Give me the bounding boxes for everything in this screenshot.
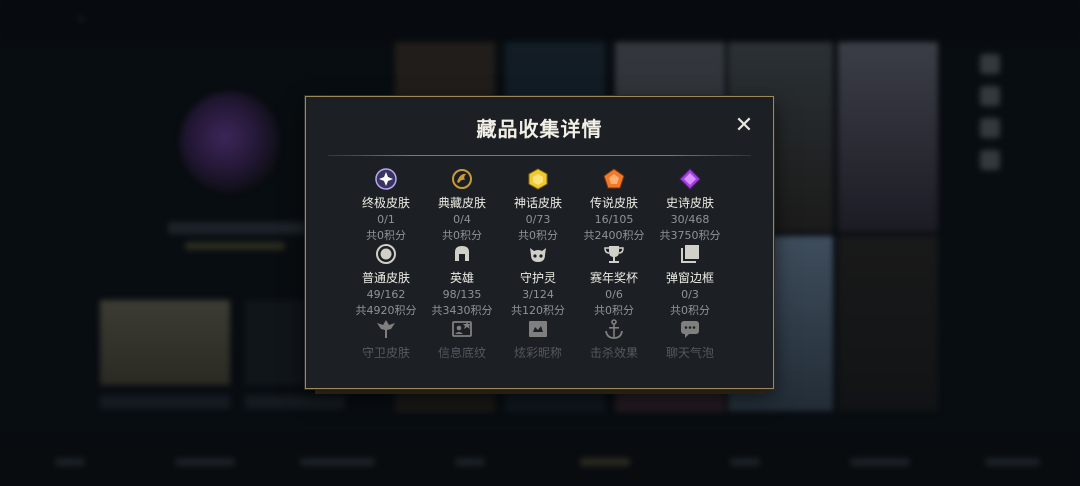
- nameplate-icon: [526, 317, 550, 341]
- ward-icon: [374, 317, 398, 341]
- collection-category-3[interactable]: 神话皮肤 0/73 共0积分: [500, 167, 576, 243]
- category-points: 共0积分: [442, 229, 482, 242]
- category-name: 击杀效果: [589, 346, 638, 360]
- category-points: 共3430积分: [431, 304, 493, 317]
- category-count: 0/6: [605, 288, 623, 301]
- category-name: 英雄: [449, 271, 474, 285]
- category-name: 普通皮肤: [361, 271, 410, 285]
- category-name: 传说皮肤: [589, 196, 638, 210]
- category-name: 守护灵: [519, 271, 556, 285]
- category-count: 30/468: [670, 213, 710, 226]
- collection-category-7[interactable]: 英雄 98/135 共3430积分: [424, 242, 500, 318]
- category-count: 49/162: [366, 288, 406, 301]
- category-count: 3/124: [522, 288, 554, 301]
- category-points: 共120积分: [511, 304, 565, 317]
- category-count: 0/73: [525, 213, 551, 226]
- ultimate-gem-icon: [374, 167, 398, 191]
- category-count: 0/3: [681, 288, 699, 301]
- collection-category-8[interactable]: 守护灵 3/124 共120积分: [500, 242, 576, 318]
- collection-category-12[interactable]: 信息底纹: [424, 317, 500, 361]
- collection-category-11[interactable]: 守卫皮肤: [348, 317, 424, 361]
- category-name: 炫彩昵称: [513, 346, 562, 360]
- modal-title: 藏品收集详情: [476, 117, 603, 141]
- collection-category-4[interactable]: 传说皮肤 16/105 共2400积分: [576, 167, 652, 243]
- collection-category-14[interactable]: 击杀效果: [576, 317, 652, 361]
- profile-card-icon: [450, 317, 474, 341]
- category-points: 共0积分: [518, 229, 558, 242]
- anchor-icon: [602, 317, 626, 341]
- guardian-face-icon: [526, 242, 550, 266]
- collection-category-9[interactable]: 赛年奖杯 0/6 共0积分: [576, 242, 652, 318]
- collection-category-6[interactable]: 普通皮肤 49/162 共4920积分: [348, 242, 424, 318]
- collection-category-1[interactable]: 终极皮肤 0/1 共0积分: [348, 167, 424, 243]
- category-count: 0/4: [453, 213, 471, 226]
- common-ring-icon: [374, 242, 398, 266]
- dragon-emblem-icon: [450, 167, 474, 191]
- category-count: 0/1: [377, 213, 395, 226]
- chat-bubble-icon: [678, 317, 702, 341]
- collection-category-5[interactable]: 史诗皮肤 30/468 共3750积分: [652, 167, 728, 243]
- category-points: 共2400积分: [583, 229, 645, 242]
- category-points: 共0积分: [670, 304, 710, 317]
- category-name: 弹窗边框: [665, 271, 714, 285]
- trophy-icon: [602, 242, 626, 266]
- category-count: 98/135: [442, 288, 482, 301]
- title-divider: [328, 155, 751, 156]
- category-name: 史诗皮肤: [665, 196, 714, 210]
- category-name: 典藏皮肤: [437, 196, 486, 210]
- legendary-gem-icon: [602, 167, 626, 191]
- collection-category-10[interactable]: 弹窗边框 0/3 共0积分: [652, 242, 728, 318]
- helmet-icon: [450, 242, 474, 266]
- category-name: 终极皮肤: [361, 196, 410, 210]
- collection-category-2[interactable]: 典藏皮肤 0/4 共0积分: [424, 167, 500, 243]
- collection-category-15[interactable]: 聊天气泡: [652, 317, 728, 361]
- mythic-gem-icon: [526, 167, 550, 191]
- category-points: 共0积分: [594, 304, 634, 317]
- collection-category-13[interactable]: 炫彩昵称: [500, 317, 576, 361]
- category-name: 信息底纹: [437, 346, 486, 360]
- category-name: 神话皮肤: [513, 196, 562, 210]
- category-name: 赛年奖杯: [589, 271, 638, 285]
- category-name: 守卫皮肤: [361, 346, 410, 360]
- frame-icon: [678, 242, 702, 266]
- category-points: 共3750积分: [659, 229, 721, 242]
- category-count: 16/105: [594, 213, 634, 226]
- category-name: 聊天气泡: [665, 346, 714, 360]
- category-points: 共0积分: [366, 229, 406, 242]
- close-icon[interactable]: ✕: [733, 115, 755, 137]
- collection-details-modal: 藏品收集详情 ✕ 终极皮肤 0/1 共0积分 典藏皮肤 0/4 共0积分 神话皮肤 0/73 共…: [305, 96, 774, 389]
- category-points: 共4920积分: [355, 304, 417, 317]
- epic-gem-icon: [678, 167, 702, 191]
